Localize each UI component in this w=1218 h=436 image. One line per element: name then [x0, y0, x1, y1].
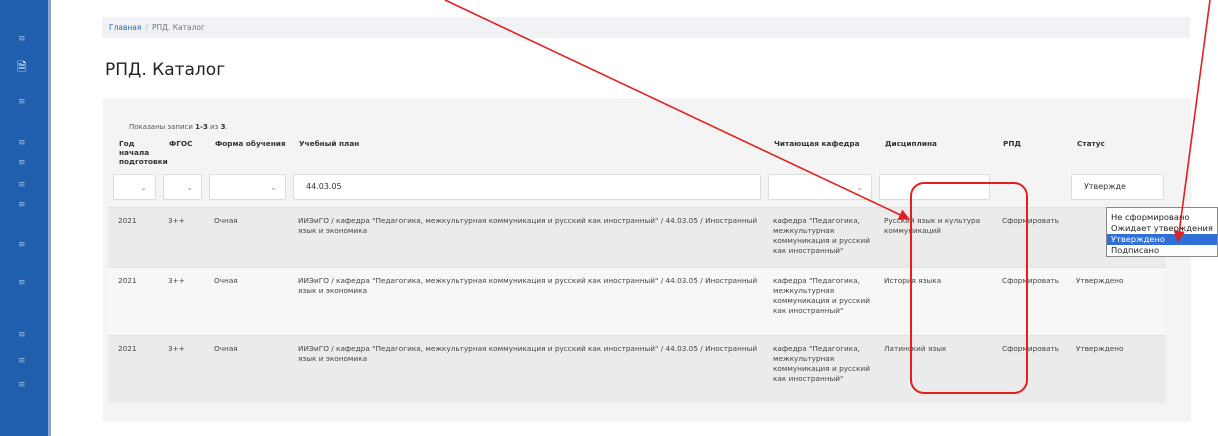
breadcrumb-current: РПД. Каталог — [151, 23, 205, 32]
column-header-dept[interactable]: Читающая кафедра — [763, 135, 874, 167]
sidebar: ≡ 🗎 ≡ ≡ ≡ ≡ ≡ ≡ ≡ ≡ ≡ ≡ — [0, 0, 51, 436]
dept-filter-select[interactable]: ⌄ — [768, 173, 872, 200]
list-icon[interactable]: ≡ — [18, 240, 26, 250]
form-filter-select[interactable]: ⌄ — [209, 173, 286, 200]
list-icon[interactable]: ≡ — [18, 138, 26, 148]
cell-dept: кафедра "Педагогика, межкультурная комму… — [763, 334, 874, 403]
sidebar-edge — [48, 0, 51, 436]
document-icon[interactable]: 🗎 — [17, 61, 27, 73]
column-header-year[interactable]: Год начала подготовки — [108, 135, 168, 167]
cell-form: Очная — [204, 206, 288, 267]
column-header-rpd[interactable]: РПД — [992, 135, 1066, 167]
chevron-down-icon: ⌄ — [186, 182, 193, 192]
list-icon[interactable]: ≡ — [18, 278, 26, 288]
summary-middle: из — [207, 123, 221, 131]
cell-form: Очная — [204, 334, 288, 403]
annotation-highlight-box — [910, 182, 1028, 394]
status-filter-select[interactable]: Утвержде — [1071, 173, 1164, 200]
column-header-form[interactable]: Форма обучения — [204, 135, 288, 167]
chevron-down-icon: ⌄ — [856, 182, 863, 192]
summary-suffix: . — [225, 123, 228, 131]
list-icon[interactable]: ≡ — [18, 330, 26, 340]
list-icon[interactable]: ≡ — [18, 180, 26, 190]
cell-status: Утверждено — [1066, 266, 1166, 335]
status-option[interactable]: Подписано — [1107, 245, 1217, 256]
cell-fgos: 3++ — [158, 206, 204, 267]
cell-fgos: 3++ — [158, 266, 204, 335]
breadcrumb-separator: / — [145, 23, 148, 32]
breadcrumb-home-link[interactable]: Главная — [109, 23, 141, 32]
page-title: РПД. Каталог — [105, 60, 226, 80]
plan-link[interactable]: ИИЭиГО / кафедра "Педагогика, межкультур… — [288, 266, 763, 335]
status-option[interactable]: Ожидает утверждения — [1107, 223, 1217, 234]
column-header-status[interactable]: Статус — [1066, 135, 1166, 167]
summary-range: 1-3 — [195, 123, 208, 131]
plan-link[interactable]: ИИЭиГО / кафедра "Педагогика, межкультур… — [288, 334, 763, 403]
list-icon[interactable]: ≡ — [18, 34, 26, 44]
list-icon[interactable]: ≡ — [18, 356, 26, 366]
status-option[interactable]: Не сформировано — [1107, 212, 1217, 223]
header-row: Год начала подготовки ФГОС Форма обучени… — [108, 135, 1166, 167]
plan-link[interactable]: ИИЭиГО / кафедра "Педагогика, межкультур… — [288, 206, 763, 267]
cell-dept: кафедра "Педагогика, межкультурная комму… — [763, 206, 874, 267]
fgos-filter-select[interactable]: ⌄ — [163, 173, 202, 200]
cell-year: 2021 — [108, 206, 158, 267]
list-icon[interactable]: ≡ — [18, 200, 26, 210]
chevron-down-icon: ⌄ — [140, 182, 147, 192]
column-header-plan[interactable]: Учебный план — [288, 135, 763, 167]
year-filter-select[interactable]: ⌄ — [113, 173, 156, 200]
list-icon[interactable]: ≡ — [18, 97, 26, 107]
status-dropdown[interactable]: Не сформировано Ожидает утверждения Утве… — [1106, 207, 1218, 257]
cell-year: 2021 — [108, 266, 158, 335]
plan-filter-input[interactable]: 44.03.05 — [293, 173, 761, 200]
list-icon[interactable]: ≡ — [18, 158, 26, 168]
records-summary: Показаны записи 1-3 из 3. — [129, 123, 228, 131]
cell-year: 2021 — [108, 334, 158, 403]
cell-fgos: 3++ — [158, 334, 204, 403]
cell-dept: кафедра "Педагогика, межкультурная комму… — [763, 266, 874, 335]
summary-prefix: Показаны записи — [129, 123, 196, 131]
list-icon[interactable]: ≡ — [18, 380, 26, 390]
column-header-discipline[interactable]: Дисциплина — [874, 135, 992, 167]
cell-status: Утверждено — [1066, 334, 1166, 403]
breadcrumb: Главная / РПД. Каталог — [102, 17, 1190, 38]
cell-form: Очная — [204, 266, 288, 335]
chevron-down-icon: ⌄ — [270, 182, 277, 192]
status-option-selected[interactable]: Утверждено — [1107, 234, 1217, 245]
